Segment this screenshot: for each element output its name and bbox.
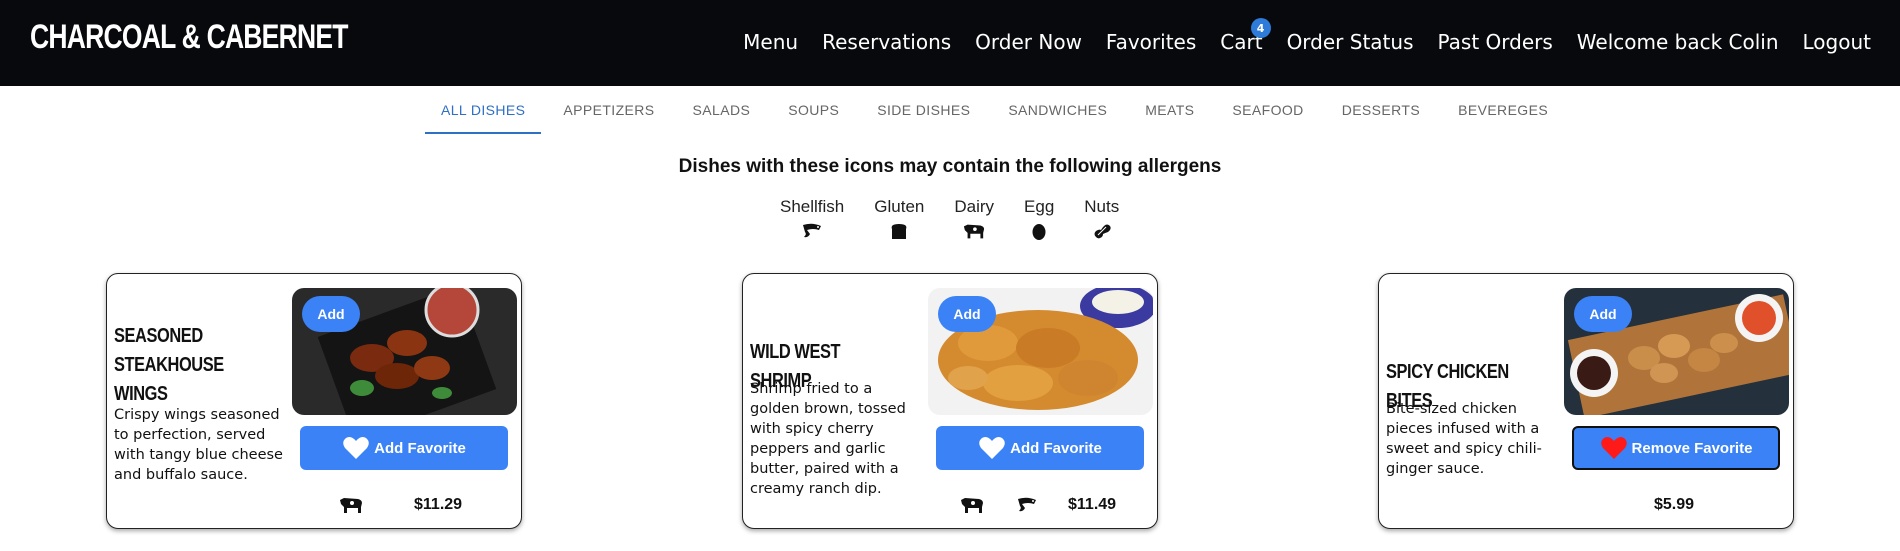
cow-icon [338, 494, 364, 516]
heart-icon [978, 434, 1006, 462]
tab-meats[interactable]: MEATS [1129, 100, 1210, 134]
favorite-label: Remove Favorite [1631, 439, 1753, 457]
allergen-nuts: Nuts [1084, 197, 1119, 242]
brand-logo[interactable]: CHARCOAL & CABERNET [30, 18, 348, 57]
category-tabs: ALL DISHES APPETIZERS SALADS SOUPS SIDE … [425, 100, 1570, 134]
main-nav: Menu Reservations Order Now Favorites Ca… [743, 18, 1871, 54]
dish-card: Add Spicy Chicken Bites Bite-sized chick… [1378, 273, 1794, 529]
nav-past-orders[interactable]: Past Orders [1438, 30, 1553, 54]
nav-order-now[interactable]: Order Now [975, 30, 1082, 54]
egg-icon [1028, 220, 1050, 242]
dish-price: $11.49 [1068, 496, 1117, 513]
tab-all-dishes[interactable]: ALL DISHES [425, 100, 542, 134]
add-to-cart-button[interactable]: Add [302, 296, 360, 332]
nav-menu[interactable]: Menu [743, 30, 798, 54]
dish-image-shrimp: Add [928, 288, 1153, 415]
dish-card: Add Seasoned Steakhouse Wings Crispy win… [106, 273, 522, 529]
tab-soups[interactable]: SOUPS [772, 100, 855, 134]
cow-icon [959, 494, 985, 516]
tab-salads[interactable]: SALADS [677, 100, 767, 134]
shrimp-icon [801, 220, 823, 242]
nav-reservations[interactable]: Reservations [822, 30, 951, 54]
dish-description: Crispy wings seasoned to perfection, ser… [114, 407, 283, 483]
dish-price: $5.99 [1654, 496, 1695, 513]
allergen-label: Dairy [954, 197, 995, 216]
allergen-gluten: Gluten [874, 197, 924, 242]
nav-order-status[interactable]: Order Status [1287, 30, 1414, 54]
allergen-label: Gluten [874, 197, 925, 216]
add-favorite-button[interactable]: Add Favorite [300, 426, 508, 470]
dish-image-wings: Add [292, 288, 517, 415]
dish-card: Add Wild West Shrimp Shrimp fried to a g… [742, 273, 1158, 529]
cart-count-badge: 4 [1250, 18, 1271, 38]
shrimp-icon [1014, 494, 1040, 516]
dish-description: Shrimp fried to a golden brown, tossed w… [750, 381, 906, 497]
dish-price: $11.29 [414, 496, 463, 513]
tab-sandwiches[interactable]: SANDWICHES [992, 100, 1123, 134]
dish-name: Seasoned Steakhouse Wings [114, 325, 224, 405]
remove-favorite-button[interactable]: Remove Favorite [1572, 426, 1780, 470]
allergen-shellfish: Shellfish [780, 197, 844, 242]
add-favorite-button[interactable]: Add Favorite [936, 426, 1144, 470]
nav-favorites[interactable]: Favorites [1106, 30, 1196, 54]
allergen-dairy: Dairy [954, 197, 994, 242]
peanut-icon [1091, 220, 1113, 242]
add-to-cart-button[interactable]: Add [938, 296, 996, 332]
dish-image-chicken-bites: Add [1564, 288, 1789, 415]
tab-side-dishes[interactable]: SIDE DISHES [861, 100, 986, 134]
tab-appetizers[interactable]: APPETIZERS [547, 100, 670, 134]
allergen-legend-title: Dishes with these icons may contain the … [678, 156, 1222, 177]
allergen-egg: Egg [1024, 197, 1054, 242]
tab-seafood[interactable]: SEAFOOD [1216, 100, 1319, 134]
allergen-label: Egg [1024, 197, 1055, 216]
favorite-label: Add Favorite [374, 439, 466, 457]
add-to-cart-button[interactable]: Add [1574, 296, 1632, 332]
allergen-label: Nuts [1084, 197, 1120, 216]
nav-welcome-user[interactable]: Welcome back Colin [1577, 30, 1779, 54]
heart-icon [342, 434, 370, 462]
nav-logout[interactable]: Logout [1803, 30, 1871, 54]
tab-desserts[interactable]: DESSERTS [1326, 100, 1436, 134]
favorite-label: Add Favorite [1010, 439, 1102, 457]
allergen-label: Shellfish [780, 197, 845, 216]
heart-icon [1600, 434, 1628, 462]
dish-description: Bite-sized chicken pieces infused with a… [1386, 401, 1542, 477]
allergen-legend: Shellfish Gluten Dairy Egg Nuts [780, 197, 1119, 242]
nav-cart[interactable]: Cart 4 [1220, 18, 1271, 54]
bread-icon [888, 220, 910, 242]
top-navbar: CHARCOAL & CABERNET Menu Reservations Or… [0, 0, 1900, 86]
tab-beverages[interactable]: BEVEREGES [1442, 100, 1564, 134]
cow-icon [963, 220, 985, 242]
